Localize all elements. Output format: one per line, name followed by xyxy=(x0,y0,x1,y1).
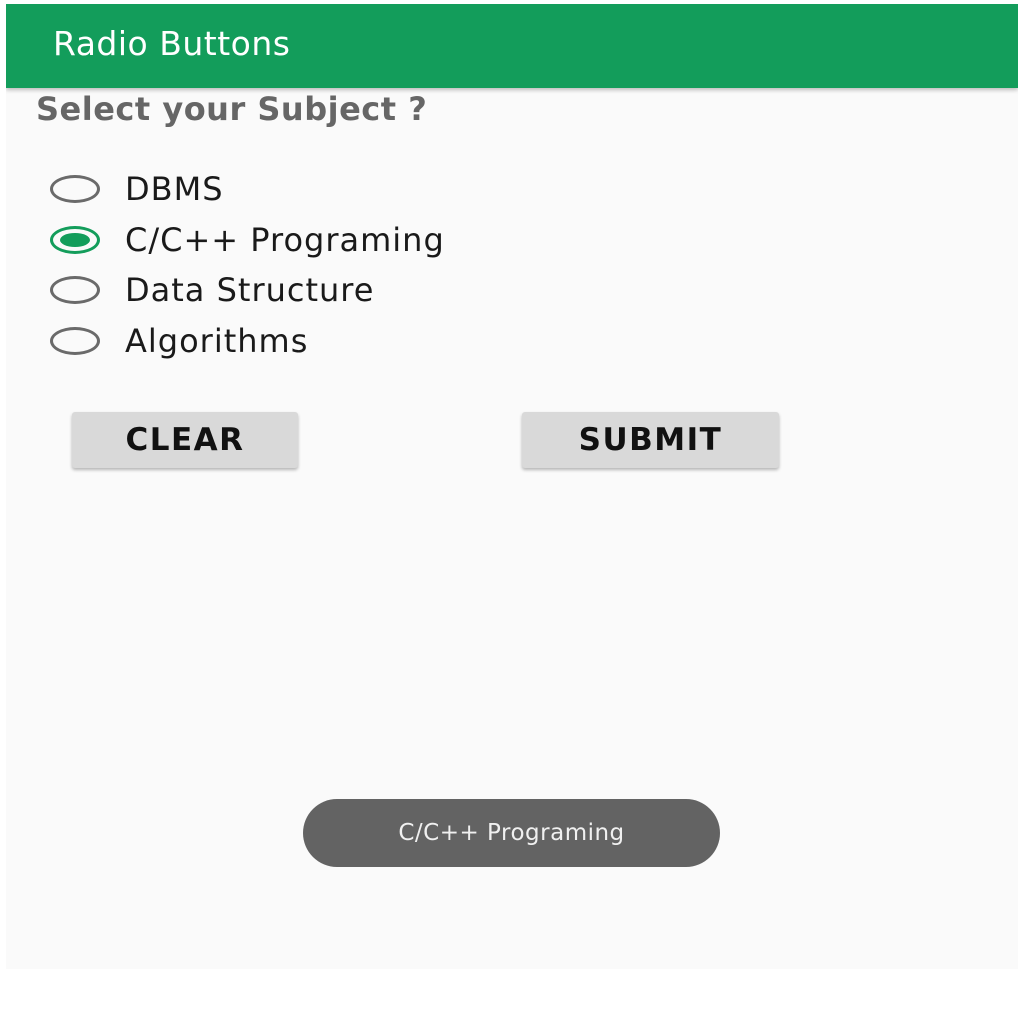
radio-label: DBMS xyxy=(125,170,224,209)
radio-button-icon[interactable] xyxy=(50,326,100,355)
radio-option-dbms[interactable]: DBMS xyxy=(50,164,750,215)
radio-button-icon[interactable] xyxy=(50,276,100,305)
radio-button-icon[interactable] xyxy=(50,225,100,254)
app-screen: Radio Buttons Select your Subject ? DBMS… xyxy=(6,4,1018,969)
clear-button[interactable]: CLEAR xyxy=(72,412,298,468)
radio-button-icon[interactable] xyxy=(50,175,100,204)
submit-button[interactable]: SUBMIT xyxy=(522,412,779,468)
radio-option-c-cpp-programing[interactable]: C/C++ Programing xyxy=(50,215,750,266)
radio-label: Data Structure xyxy=(125,271,375,310)
radio-option-data-structure[interactable]: Data Structure xyxy=(50,265,750,316)
question-prompt: Select your Subject ? xyxy=(36,90,428,128)
radio-label: Algorithms xyxy=(125,321,309,360)
radio-label: C/C++ Programing xyxy=(125,220,445,259)
app-title: Radio Buttons xyxy=(53,24,291,63)
radio-selected-dot xyxy=(60,232,90,247)
app-bar: Radio Buttons xyxy=(6,4,1018,88)
toast-message: C/C++ Programing xyxy=(303,799,720,867)
radio-option-algorithms[interactable]: Algorithms xyxy=(50,316,750,367)
subject-radio-group: DBMS C/C++ Programing Data Structure Alg… xyxy=(50,164,750,366)
